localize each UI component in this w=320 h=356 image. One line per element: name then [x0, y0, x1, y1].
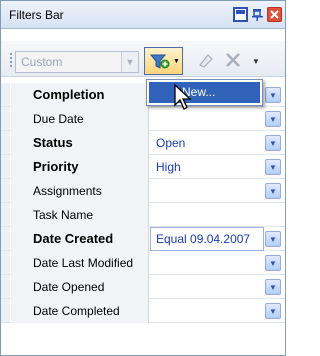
filter-add-icon [149, 52, 171, 71]
chevron-down-icon[interactable]: ▼ [121, 52, 138, 72]
chevron-down-icon[interactable]: ▼ [265, 87, 281, 103]
menu-item-new[interactable]: New... [149, 82, 260, 103]
filter-view-selector[interactable]: Custom ▼ [15, 51, 139, 73]
chevron-down-icon[interactable]: ▼ [265, 279, 281, 295]
mouse-pointer-icon [173, 83, 197, 113]
filter-value[interactable]: High [150, 155, 264, 179]
chevron-down-icon[interactable]: ▼ [265, 135, 281, 151]
filter-value[interactable] [150, 107, 264, 131]
filter-grid: Completion ▼ Due Date ▼ Status Open ▼ Pr… [1, 83, 285, 323]
filter-value[interactable] [150, 203, 264, 227]
filter-row-date-opened[interactable]: Date Opened ▼ [1, 275, 285, 299]
filter-label: Date Last Modified [11, 251, 149, 275]
chevron-down-icon[interactable]: ▼ [265, 159, 281, 175]
filter-row-date-last-modified[interactable]: Date Last Modified ▼ [1, 251, 285, 275]
toolbar-options-icon[interactable]: ▼ [252, 57, 260, 66]
filters-bar-panel: Filters Bar Custom ▼ ▼ ▼ Completion ▼ Du… [0, 0, 286, 356]
filter-value[interactable] [150, 179, 264, 203]
filter-label: Task Name [11, 203, 149, 227]
filter-label: Due Date [11, 107, 149, 131]
pin-icon[interactable] [250, 7, 265, 22]
chevron-down-icon[interactable]: ▼ [265, 255, 281, 271]
chevron-down-icon[interactable]: ▼ [265, 111, 281, 127]
filter-label: Status [11, 131, 149, 155]
toolbar-grip[interactable] [10, 53, 12, 69]
chevron-down-icon[interactable]: ▼ [265, 183, 281, 199]
filter-row-assignments[interactable]: Assignments ▼ [1, 179, 285, 203]
filter-label: Date Completed [11, 299, 149, 323]
chevron-down-icon[interactable]: ▼ [265, 303, 281, 319]
filter-row-priority[interactable]: Priority High ▼ [1, 155, 285, 179]
chevron-down-icon[interactable]: ▼ [265, 231, 281, 247]
filter-label: Completion [11, 83, 149, 107]
filter-label: Priority [11, 155, 149, 179]
eraser-icon[interactable] [195, 50, 215, 70]
filter-row-due-date[interactable]: Due Date ▼ [1, 107, 285, 131]
filter-view-value: Custom [21, 55, 63, 69]
filter-value[interactable] [150, 299, 264, 323]
dock-float-icon[interactable] [233, 7, 248, 22]
new-filter-dropdown-arrow[interactable]: ▼ [173, 58, 180, 65]
filter-row-date-created[interactable]: Date Created Equal 09.04.2007 ▼ [1, 227, 285, 251]
filter-value[interactable] [150, 275, 264, 299]
filter-row-task-name[interactable]: Task Name [1, 203, 285, 227]
filter-label: Assignments [11, 179, 149, 203]
close-icon[interactable] [267, 7, 282, 22]
new-filter-split-button[interactable]: ▼ [144, 47, 183, 75]
filter-label: Date Created [11, 227, 149, 251]
filter-value[interactable]: Equal 09.04.2007 [150, 227, 264, 251]
filter-value[interactable] [150, 251, 264, 275]
filters-toolbar: Custom ▼ ▼ ▼ [1, 41, 285, 77]
new-filter-menu: New... [146, 79, 263, 106]
clear-icon[interactable] [223, 50, 243, 70]
panel-title: Filters Bar [9, 8, 64, 22]
filter-row-date-completed[interactable]: Date Completed ▼ [1, 299, 285, 323]
filter-value[interactable]: Open [150, 131, 264, 155]
filter-label: Date Opened [11, 275, 149, 299]
filter-row-status[interactable]: Status Open ▼ [1, 131, 285, 155]
title-bar: Filters Bar [1, 1, 285, 29]
